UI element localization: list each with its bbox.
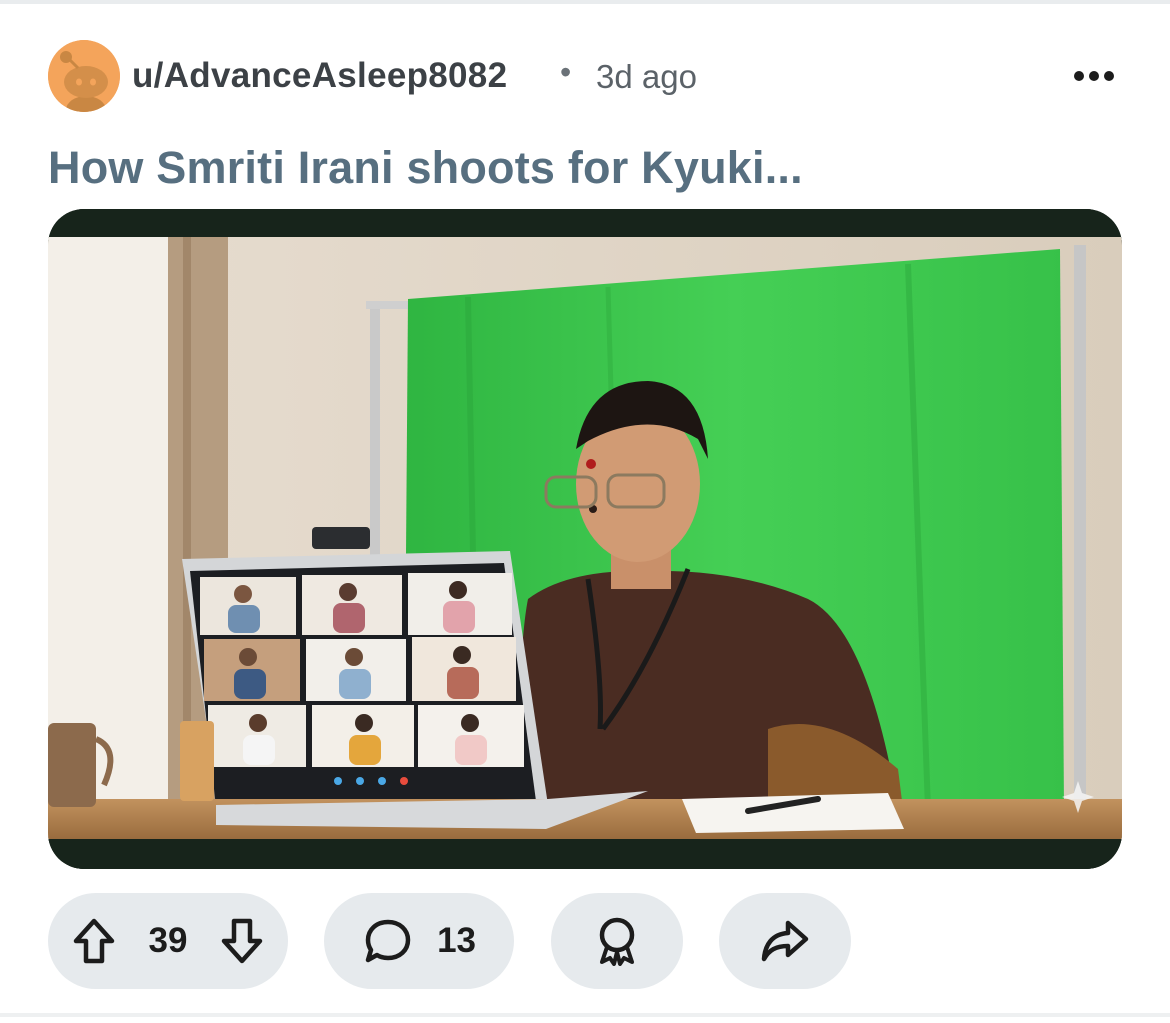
top-divider <box>0 0 1170 4</box>
more-options-button[interactable] <box>1066 52 1122 100</box>
upvote-count: 39 <box>148 921 188 960</box>
arrow-up-icon <box>73 918 115 964</box>
bottom-divider <box>0 1013 1170 1017</box>
post-image[interactable] <box>48 209 1122 869</box>
meta-separator: • <box>560 54 572 90</box>
share-button[interactable] <box>719 893 851 989</box>
award-button[interactable] <box>551 893 683 989</box>
share-arrow-icon <box>761 920 809 962</box>
speech-bubble-icon <box>365 919 411 963</box>
scene-illustration <box>48 209 1122 869</box>
post-timestamp: 3d ago <box>596 58 697 95</box>
vote-control: 39 <box>48 893 288 989</box>
user-avatar[interactable] <box>48 40 120 112</box>
snoo-avatar-icon <box>48 40 120 112</box>
post-header: u/AdvanceAsleep8082 • 3d ago <box>48 40 1122 114</box>
downvote-button[interactable] <box>220 917 264 965</box>
upvote-button[interactable] <box>72 917 116 965</box>
award-ribbon-icon <box>599 917 635 966</box>
author-username[interactable]: u/AdvanceAsleep8082 <box>132 56 507 96</box>
post-actions: 39 13 <box>48 893 1122 989</box>
more-horizontal-icon <box>1074 71 1114 81</box>
post-title[interactable]: How Smriti Irani shoots for Kyuki... <box>48 142 1122 194</box>
comment-count: 13 <box>437 921 476 960</box>
comments-button[interactable]: 13 <box>324 893 514 989</box>
arrow-down-icon <box>221 918 263 964</box>
